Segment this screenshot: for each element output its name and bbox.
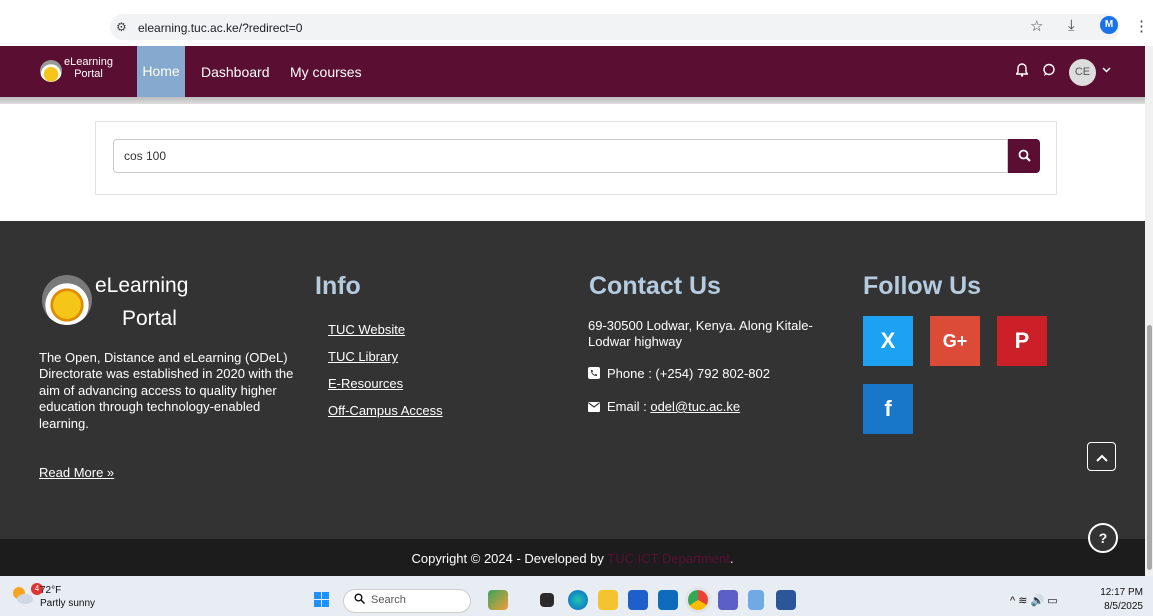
windows-start-icon[interactable]	[314, 592, 330, 608]
user-menu-chevron-icon[interactable]	[1102, 62, 1111, 76]
notepad-icon[interactable]	[748, 590, 764, 610]
google-plus-icon[interactable]: G+	[930, 316, 980, 366]
file-explorer-icon[interactable]	[598, 590, 618, 610]
email-row: Email : odel@tuc.ac.ke	[607, 399, 740, 415]
site-info-icon[interactable]: ⚙	[116, 20, 127, 34]
info-heading: Info	[315, 272, 361, 300]
facebook-icon[interactable]: f	[863, 384, 913, 434]
weather-desc[interactable]: Partly sunny	[40, 598, 95, 609]
bell-icon[interactable]	[1015, 63, 1029, 80]
address-text: 69-30500 Lodwar, Kenya. Along Kitale-Lod…	[588, 318, 813, 349]
pinterest-icon[interactable]: P	[997, 316, 1047, 366]
back-to-top-button[interactable]	[1087, 442, 1116, 471]
copyright-text: Copyright © 2024 - Developed by TUC ICT …	[0, 551, 1145, 566]
about-text: The Open, Distance and eLearning (ODeL) …	[39, 350, 294, 431]
widgets-app-icon[interactable]	[488, 590, 508, 610]
store-icon[interactable]	[628, 590, 648, 610]
phone-text: Phone : (+254) 792 802-802	[607, 366, 770, 381]
taskbar-search-label: Search	[371, 594, 406, 606]
bookmark-star-icon[interactable]: ☆	[1030, 17, 1043, 35]
scrollbar-thumb[interactable]	[1147, 325, 1152, 570]
browser-menu-icon[interactable]: ⋮	[1134, 17, 1149, 35]
url-text[interactable]: elearning.tuc.ac.ke/?redirect=0	[138, 21, 302, 35]
off-campus-access-link[interactable]: Off-Campus Access	[328, 403, 443, 418]
edge-browser-icon[interactable]	[568, 590, 588, 610]
footer-logo	[42, 275, 92, 325]
ict-department-link[interactable]: TUC ICT Department	[607, 551, 730, 566]
course-search-input[interactable]	[113, 139, 1008, 173]
nav-home[interactable]: Home	[137, 46, 185, 97]
tuc-library-link[interactable]: TUC Library	[328, 349, 398, 364]
tuc-website-link[interactable]: TUC Website	[328, 322, 405, 337]
chat-icon[interactable]	[1042, 63, 1056, 80]
brand-line1: eLearning	[64, 56, 113, 68]
help-button[interactable]: ?	[1088, 523, 1118, 553]
search-icon	[354, 593, 366, 607]
chrome-icon[interactable]	[688, 590, 708, 610]
site-logo[interactable]	[40, 60, 62, 82]
profile-avatar[interactable]: M	[1100, 16, 1118, 34]
user-avatar[interactable]: CE	[1069, 59, 1096, 86]
e-resources-link[interactable]: E-Resources	[328, 376, 403, 391]
follow-heading: Follow Us	[863, 272, 982, 300]
outlook-icon[interactable]	[658, 590, 678, 610]
contact-heading: Contact Us	[589, 272, 721, 300]
brand-line2: Portal	[74, 68, 103, 80]
word-icon[interactable]	[776, 590, 796, 610]
copyright-prefix: Copyright © 2024 - Developed by	[411, 551, 608, 566]
system-tray[interactable]: ^ ≋ 🔊 ▭	[1010, 594, 1058, 607]
teams-icon[interactable]	[718, 590, 738, 610]
weather-temp[interactable]: 72°F	[40, 585, 61, 596]
task-view-icon[interactable]	[540, 593, 554, 607]
download-icon[interactable]: ⤓	[1068, 17, 1075, 34]
email-link[interactable]: odel@tuc.ac.ke	[650, 399, 740, 414]
clock-time[interactable]: 12:17 PM	[1098, 587, 1143, 598]
read-more-link[interactable]: Read More »	[39, 465, 114, 480]
nav-dashboard[interactable]: Dashboard	[201, 64, 270, 80]
search-button[interactable]	[1008, 139, 1040, 173]
phone-icon	[588, 367, 600, 382]
email-label: Email :	[607, 399, 651, 414]
footer-brand-line2: Portal	[122, 307, 177, 330]
navbar-shadow	[0, 97, 1145, 104]
x-twitter-icon[interactable]: X	[863, 316, 913, 366]
nav-my-courses[interactable]: My courses	[290, 64, 362, 80]
envelope-icon	[588, 401, 600, 415]
footer-brand-line1: eLearning	[95, 274, 189, 297]
copyright-suffix: .	[729, 551, 734, 566]
brand-name[interactable]: eLearning Portal	[64, 56, 113, 80]
clock-date[interactable]: 8/5/2025	[1098, 601, 1143, 612]
